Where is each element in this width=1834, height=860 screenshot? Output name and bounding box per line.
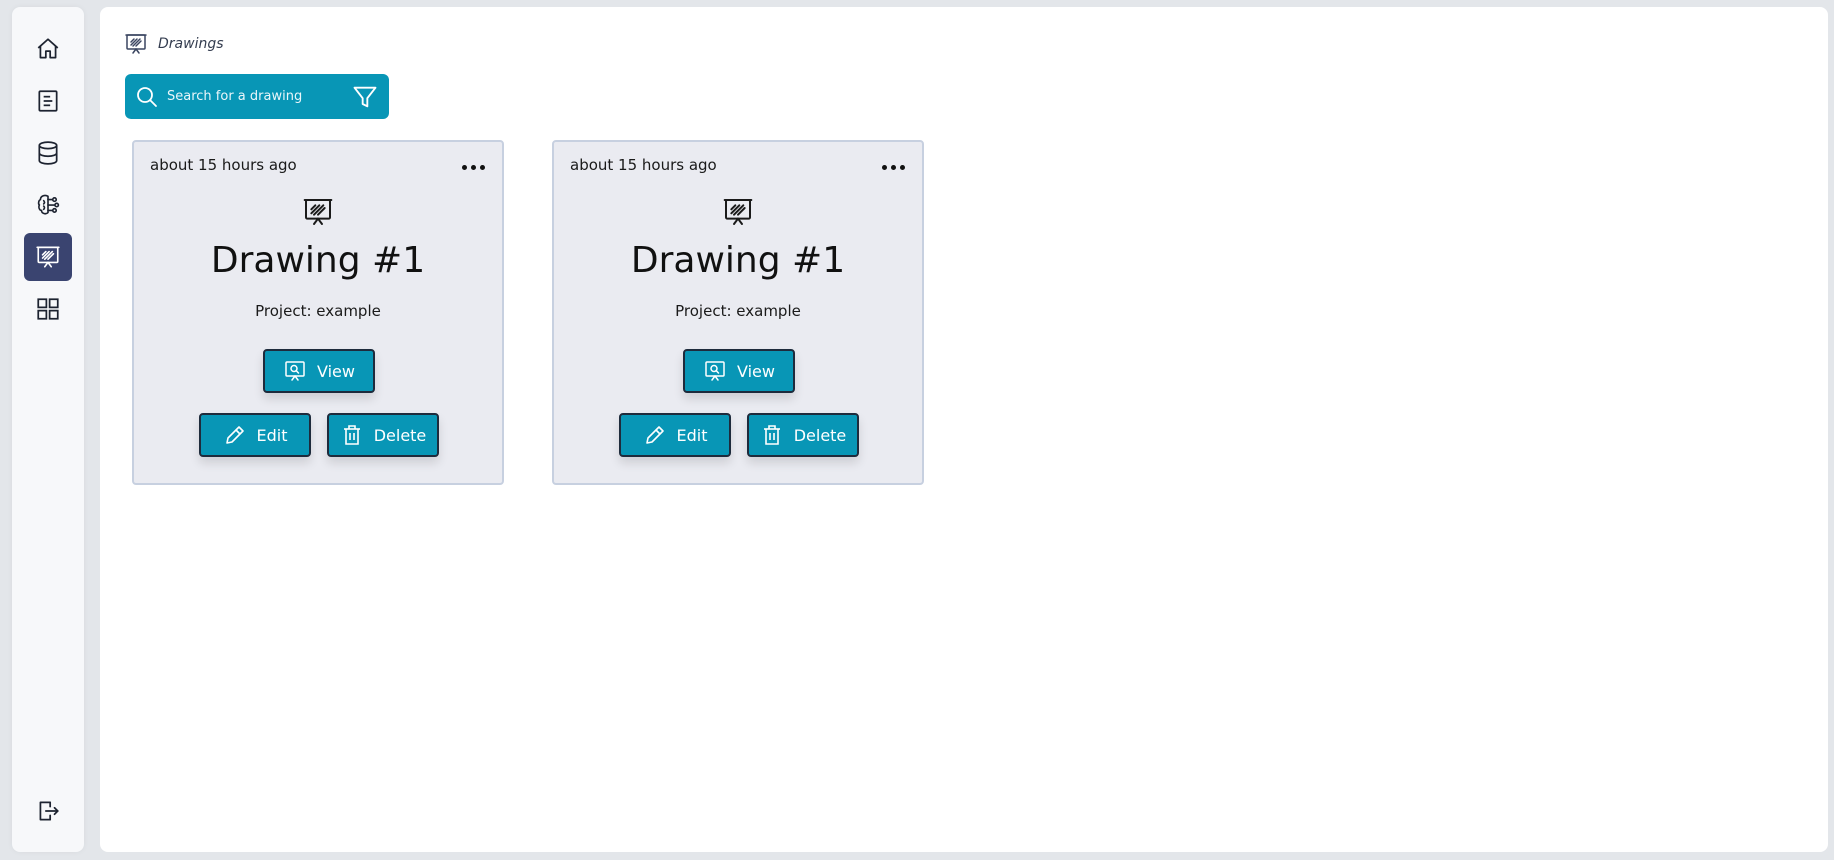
breadcrumb-label: Drawings	[158, 36, 224, 52]
nav-dashboard[interactable]	[24, 285, 72, 333]
card-more-button[interactable]	[458, 158, 488, 176]
nav-ai[interactable]	[24, 181, 72, 229]
delete-button[interactable]: Delete	[747, 413, 859, 457]
nav-home[interactable]	[24, 25, 72, 73]
delete-button[interactable]: Delete	[327, 413, 439, 457]
card-project: Project: example	[675, 302, 801, 320]
view-button[interactable]: View	[263, 349, 375, 393]
delete-label: Delete	[373, 425, 427, 445]
edit-button[interactable]: Edit	[619, 413, 731, 457]
logout-button[interactable]	[24, 787, 72, 835]
dot	[461, 164, 467, 170]
search-icon	[137, 86, 157, 107]
filter-button[interactable]	[351, 83, 379, 111]
nav-database[interactable]	[24, 129, 72, 177]
nav-documents[interactable]	[24, 77, 72, 125]
drawing-board-icon	[124, 32, 148, 56]
database-icon	[38, 141, 58, 165]
edit-label: Edit	[256, 425, 288, 445]
trash-icon	[343, 425, 360, 445]
card-timestamp: about 15 hours ago	[150, 156, 297, 174]
drawing-board-icon	[302, 196, 334, 228]
search-bar	[125, 74, 389, 119]
delete-label: Delete	[793, 425, 847, 445]
grid-icon	[37, 298, 59, 320]
search-input[interactable]	[165, 88, 351, 105]
brain-circuit-icon	[37, 194, 60, 215]
pencil-icon	[225, 426, 244, 444]
card-title: Drawing #1	[630, 240, 846, 281]
sidebar	[12, 7, 84, 852]
view-label: View	[737, 361, 775, 381]
nav-drawings[interactable]	[24, 233, 72, 281]
dot	[881, 164, 887, 170]
drawing-card: about 15 hours ago Drawing #1 Project: e…	[552, 140, 924, 485]
card-title: Drawing #1	[210, 240, 426, 281]
drawing-board-icon	[35, 244, 61, 270]
dot	[890, 164, 896, 170]
edit-button[interactable]: Edit	[199, 413, 311, 457]
card-project: Project: example	[255, 302, 381, 320]
drawing-card: about 15 hours ago Drawing #1 Project: e…	[132, 140, 504, 485]
view-label: View	[317, 361, 355, 381]
drawing-board-icon	[722, 196, 754, 228]
main-content: Drawings about 15 hours ago Drawing #1 P…	[100, 7, 1828, 852]
view-board-icon	[285, 361, 305, 381]
home-icon	[37, 38, 59, 59]
card-timestamp: about 15 hours ago	[570, 156, 717, 174]
view-board-icon	[705, 361, 725, 381]
filter-icon	[353, 86, 377, 107]
dot	[899, 164, 905, 170]
card-more-button[interactable]	[878, 158, 908, 176]
edit-label: Edit	[676, 425, 708, 445]
breadcrumb: Drawings	[124, 31, 224, 57]
dot	[470, 164, 476, 170]
view-button[interactable]: View	[683, 349, 795, 393]
dot	[479, 164, 485, 170]
pencil-icon	[645, 426, 664, 444]
logout-icon	[39, 801, 59, 821]
document-icon	[38, 90, 58, 112]
trash-icon	[763, 425, 780, 445]
